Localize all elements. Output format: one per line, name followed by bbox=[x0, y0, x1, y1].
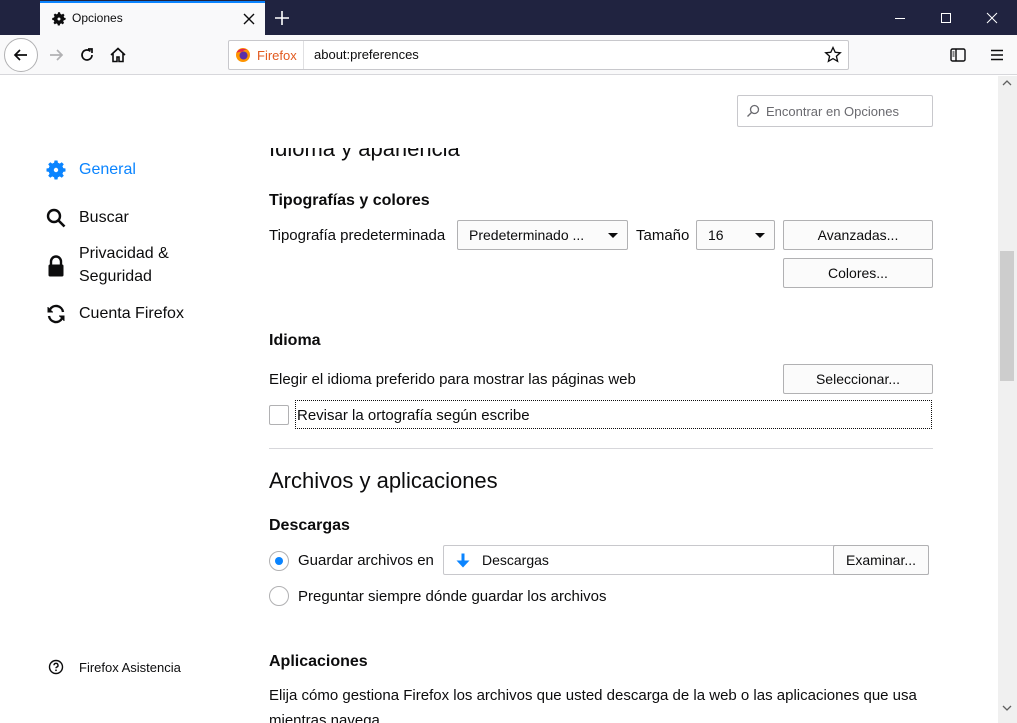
preferences-page: Encontrar en Opciones General Buscar Pri… bbox=[0, 76, 1017, 723]
tab-options[interactable]: Opciones bbox=[40, 1, 265, 35]
applications-description-cont: mientras navega. bbox=[269, 712, 385, 723]
files-apps-heading: Archivos y aplicaciones bbox=[269, 468, 498, 493]
home-button[interactable] bbox=[102, 39, 134, 71]
save-files-label[interactable]: Guardar archivos en bbox=[298, 552, 434, 569]
gear-icon bbox=[52, 12, 66, 26]
default-font-value: Predeterminado ... bbox=[469, 227, 585, 243]
applications-description: Elija cómo gestiona Firefox los archivos… bbox=[269, 687, 917, 704]
minimize-icon bbox=[895, 17, 905, 19]
reload-button[interactable] bbox=[71, 39, 103, 71]
maximize-icon bbox=[941, 12, 951, 23]
scrollbar-thumb[interactable] bbox=[1000, 251, 1014, 381]
sync-icon bbox=[44, 302, 68, 326]
sidebar-item-firefox-account[interactable]: Cuenta Firefox bbox=[44, 302, 184, 326]
search-icon bbox=[44, 206, 68, 230]
sidebar-item-privacy[interactable]: Privacidad & Seguridad bbox=[44, 242, 169, 288]
sidebar-item-label: Privacidad & Seguridad bbox=[79, 245, 169, 285]
menu-button[interactable] bbox=[981, 39, 1013, 71]
firefox-logo-icon bbox=[236, 48, 250, 62]
default-font-label: Tipografía predeterminada bbox=[269, 227, 446, 244]
download-arrow-icon bbox=[456, 553, 470, 568]
scroll-up-icon[interactable] bbox=[1002, 79, 1012, 87]
back-button[interactable] bbox=[4, 38, 38, 72]
back-arrow-icon bbox=[13, 49, 27, 61]
spellcheck-checkbox[interactable] bbox=[269, 405, 289, 425]
applications-heading: Aplicaciones bbox=[269, 653, 368, 670]
font-size-select[interactable]: 16 bbox=[696, 220, 775, 250]
sidebar-item-general[interactable]: General bbox=[44, 158, 136, 182]
browse-button[interactable]: Examinar... bbox=[833, 545, 929, 575]
identity-box[interactable]: Firefox bbox=[229, 41, 304, 69]
download-folder-name: Descargas bbox=[482, 552, 549, 568]
sidebar-toggle-button[interactable] bbox=[942, 39, 974, 71]
advanced-fonts-button[interactable]: Avanzadas... bbox=[783, 220, 933, 250]
search-input[interactable]: Encontrar en Opciones bbox=[737, 95, 933, 127]
sidebar-item-label: General bbox=[79, 161, 136, 178]
bookmark-star-icon[interactable] bbox=[823, 45, 843, 65]
chevron-down-icon bbox=[608, 233, 618, 238]
minimize-button[interactable] bbox=[877, 0, 923, 35]
scroll-down-icon[interactable] bbox=[1002, 704, 1012, 712]
url-text[interactable]: about:preferences bbox=[314, 47, 419, 62]
title-bar: Opciones bbox=[0, 0, 1017, 35]
firefox-support-link[interactable]: Firefox Asistencia bbox=[48, 659, 181, 675]
default-font-select[interactable]: Predeterminado ... bbox=[457, 220, 628, 250]
language-heading: Idioma bbox=[269, 332, 321, 349]
help-label: Firefox Asistencia bbox=[79, 659, 181, 675]
close-icon[interactable] bbox=[239, 9, 259, 29]
chevron-down-icon bbox=[755, 233, 765, 238]
downloads-heading: Descargas bbox=[269, 517, 350, 534]
colors-button[interactable]: Colores... bbox=[783, 258, 933, 288]
section-divider bbox=[269, 448, 933, 449]
reload-icon bbox=[81, 48, 93, 61]
language-description: Elegir el idioma preferido para mostrar … bbox=[269, 371, 636, 388]
search-placeholder: Encontrar en Opciones bbox=[766, 104, 899, 119]
help-icon bbox=[48, 659, 64, 675]
save-files-radio[interactable] bbox=[269, 551, 289, 571]
section-heading-language-appearance: Idioma y apariencia bbox=[269, 148, 460, 161]
tab-title: Opciones bbox=[72, 11, 123, 25]
navigation-toolbar: Firefox about:preferences bbox=[0, 35, 1017, 75]
forward-arrow-icon bbox=[50, 49, 64, 61]
forward-button[interactable] bbox=[40, 39, 72, 71]
always-ask-label[interactable]: Preguntar siempre dónde guardar los arch… bbox=[298, 588, 607, 605]
sidebar-item-label: Buscar bbox=[79, 209, 129, 226]
sidebar-icon bbox=[950, 48, 966, 62]
search-icon bbox=[747, 104, 760, 117]
close-window-button[interactable] bbox=[969, 0, 1015, 35]
page-scrollbar[interactable] bbox=[998, 76, 1017, 723]
choose-language-button[interactable]: Seleccionar... bbox=[783, 364, 933, 394]
new-tab-icon[interactable] bbox=[270, 6, 294, 30]
spellcheck-label[interactable]: Revisar la ortografía según escribe bbox=[297, 407, 530, 424]
clipped-heading-wrap: Idioma y apariencia bbox=[269, 148, 769, 162]
sidebar-item-search[interactable]: Buscar bbox=[44, 206, 129, 230]
size-label: Tamaño bbox=[636, 227, 690, 244]
maximize-button[interactable] bbox=[923, 0, 969, 35]
lock-icon bbox=[44, 254, 68, 278]
hamburger-menu-icon bbox=[991, 49, 1003, 61]
download-folder-field[interactable]: Descargas Examinar... bbox=[443, 545, 929, 575]
close-icon bbox=[986, 12, 998, 23]
url-bar[interactable]: Firefox about:preferences bbox=[228, 40, 849, 70]
fonts-heading: Tipografías y colores bbox=[269, 192, 430, 209]
sidebar-item-label: Cuenta Firefox bbox=[79, 305, 184, 322]
home-icon bbox=[110, 47, 126, 63]
gear-icon bbox=[44, 158, 68, 182]
identity-label: Firefox bbox=[257, 47, 297, 63]
always-ask-radio[interactable] bbox=[269, 586, 289, 606]
font-size-value: 16 bbox=[708, 227, 724, 243]
